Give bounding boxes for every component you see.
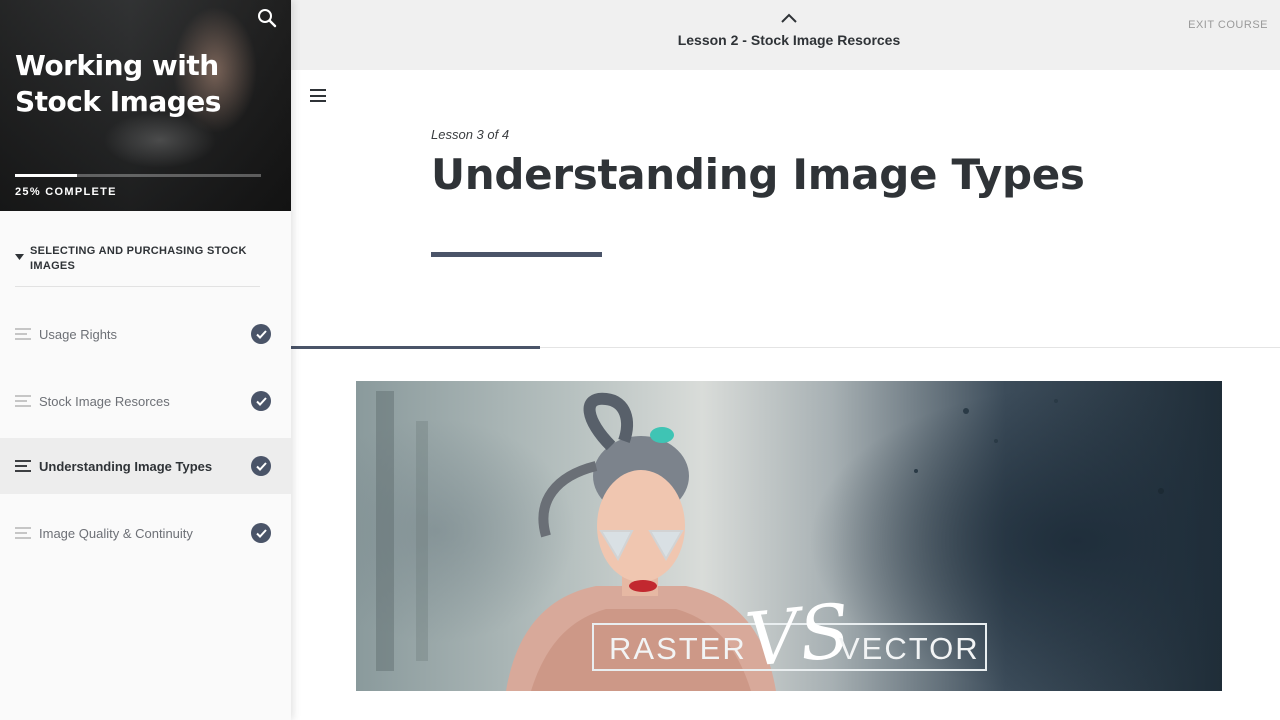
search-icon[interactable]	[257, 8, 277, 28]
lesson-label: Image Quality & Continuity	[39, 525, 193, 541]
course-progress-bar	[15, 174, 261, 177]
lesson-lines-icon	[15, 395, 31, 407]
lesson-lines-icon	[15, 328, 31, 340]
course-progress-fill	[15, 174, 77, 177]
sidebar-lesson-stock-image-resorces[interactable]: Stock Image Resorces	[0, 373, 291, 429]
sidebar-lesson-usage-rights[interactable]: Usage Rights	[0, 306, 291, 362]
check-circle-icon	[251, 523, 271, 543]
check-circle-icon	[251, 324, 271, 344]
check-circle-icon	[251, 391, 271, 411]
caret-down-icon	[15, 244, 30, 274]
course-hero: Working with Stock Images 25% COMPLETE	[0, 0, 291, 211]
course-sidebar: Working with Stock Images 25% COMPLETE S…	[0, 0, 291, 720]
banner-vs-text: VS	[741, 587, 855, 685]
lesson-label: Usage Rights	[39, 326, 118, 342]
chevron-up-icon[interactable]	[780, 12, 798, 24]
lesson-lines-icon	[15, 527, 31, 539]
course-progress-label: 25% COMPLETE	[15, 186, 117, 198]
raster-vs-vector-banner-image: RASTER VS VECTOR	[356, 381, 1222, 691]
lesson-label: Understanding Image Types	[39, 458, 213, 474]
section-title: SELECTING AND PURCHASING STOCK IMAGES	[30, 245, 247, 272]
banner-raster-text: RASTER	[609, 631, 747, 666]
page-title: Understanding Image Types	[431, 150, 1085, 199]
lesson-counter: Lesson 3 of 4	[431, 127, 510, 142]
lesson-label: Stock Image Resorces	[39, 393, 170, 409]
title-underline	[431, 252, 602, 257]
hamburger-menu-icon[interactable]	[310, 89, 326, 102]
lesson-lines-icon	[15, 460, 31, 472]
course-title: Working with Stock Images	[15, 49, 221, 118]
lesson-topbar: Lesson 2 - Stock Image Resorces EXIT COU…	[291, 0, 1280, 70]
previous-lesson-title[interactable]: Lesson 2 - Stock Image Resorces	[291, 32, 1280, 48]
section-toggle[interactable]: SELECTING AND PURCHASING STOCK IMAGES	[15, 244, 260, 287]
check-circle-icon	[251, 456, 271, 476]
sidebar-lesson-image-quality[interactable]: Image Quality & Continuity	[0, 505, 291, 561]
content-divider-accent	[291, 346, 540, 349]
banner-vector-text: VECTOR	[839, 631, 980, 666]
exit-course-link[interactable]: EXIT COURSE	[1188, 19, 1268, 31]
sidebar-lesson-understanding-image-types[interactable]: Understanding Image Types	[0, 438, 291, 494]
